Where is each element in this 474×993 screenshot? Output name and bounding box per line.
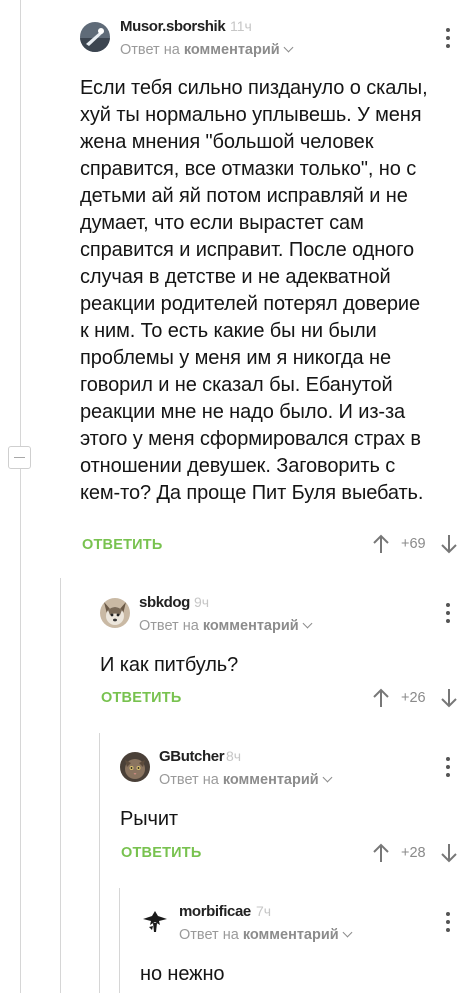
reply-to-link[interactable]: Ответ на комментарий	[139, 618, 313, 634]
more-vertical-icon[interactable]	[441, 911, 455, 933]
thread-line-level-4	[119, 888, 120, 993]
reply-to-link[interactable]: Ответ на комментарий	[159, 772, 333, 788]
reply-to-link[interactable]: Ответ на комментарий	[179, 927, 353, 943]
username[interactable]: morbificae	[179, 903, 251, 920]
timestamp: 11ч	[230, 18, 252, 34]
chevron-down-icon	[342, 927, 353, 938]
reply-to-link[interactable]: Ответ на комментарий	[120, 42, 294, 58]
reply-button[interactable]: ОТВЕТИТЬ	[82, 537, 162, 553]
comment-text: но нежно	[140, 963, 225, 985]
more-vertical-icon[interactable]	[441, 756, 455, 778]
arrow-down-icon[interactable]	[440, 534, 458, 554]
avatar[interactable]	[100, 598, 130, 628]
reply-to-target: комментарий	[202, 618, 299, 634]
chevron-down-icon	[322, 772, 333, 783]
arrow-down-icon[interactable]	[440, 688, 458, 708]
thread-line-level-3	[99, 733, 100, 993]
comment-text: И как питбуль?	[100, 654, 239, 676]
username[interactable]: sbkdog	[139, 594, 190, 611]
rating: +26	[401, 690, 426, 706]
avatar[interactable]	[120, 752, 150, 782]
comment-text: Рычит	[120, 808, 178, 830]
reply-to-target: комментарий	[222, 772, 319, 788]
reply-button[interactable]: ОТВЕТИТЬ	[121, 845, 201, 861]
rating: +28	[401, 845, 426, 861]
reply-to-prefix: Ответ на	[159, 772, 219, 788]
collapse-thread-button[interactable]	[8, 446, 31, 469]
timestamp: 8ч	[226, 748, 242, 764]
arrow-down-icon[interactable]	[440, 843, 458, 863]
arrow-up-icon[interactable]	[372, 534, 390, 554]
avatar[interactable]	[80, 22, 110, 52]
arrow-up-icon[interactable]	[372, 688, 390, 708]
chevron-down-icon	[283, 42, 294, 53]
reply-to-target: комментарий	[183, 42, 280, 58]
username[interactable]: GButcher	[159, 748, 225, 765]
avatar[interactable]	[140, 907, 170, 937]
username[interactable]: Musor.sborshik	[120, 18, 226, 35]
comment-text: Если тебя сильно пиздануло о скалы, хуй …	[80, 77, 428, 504]
rating: +69	[401, 536, 426, 552]
reply-to-target: комментарий	[242, 927, 339, 943]
chevron-down-icon	[302, 618, 313, 629]
thread-line-level-1	[20, 0, 21, 993]
reply-to-prefix: Ответ на	[179, 927, 239, 943]
reply-button[interactable]: ОТВЕТИТЬ	[101, 690, 181, 706]
reply-to-prefix: Ответ на	[120, 42, 180, 58]
timestamp: 7ч	[256, 903, 272, 919]
arrow-up-icon[interactable]	[372, 843, 390, 863]
more-vertical-icon[interactable]	[441, 602, 455, 624]
timestamp: 9ч	[194, 594, 210, 610]
more-vertical-icon[interactable]	[441, 27, 455, 49]
thread-line-level-2	[60, 578, 61, 993]
reply-to-prefix: Ответ на	[139, 618, 199, 634]
